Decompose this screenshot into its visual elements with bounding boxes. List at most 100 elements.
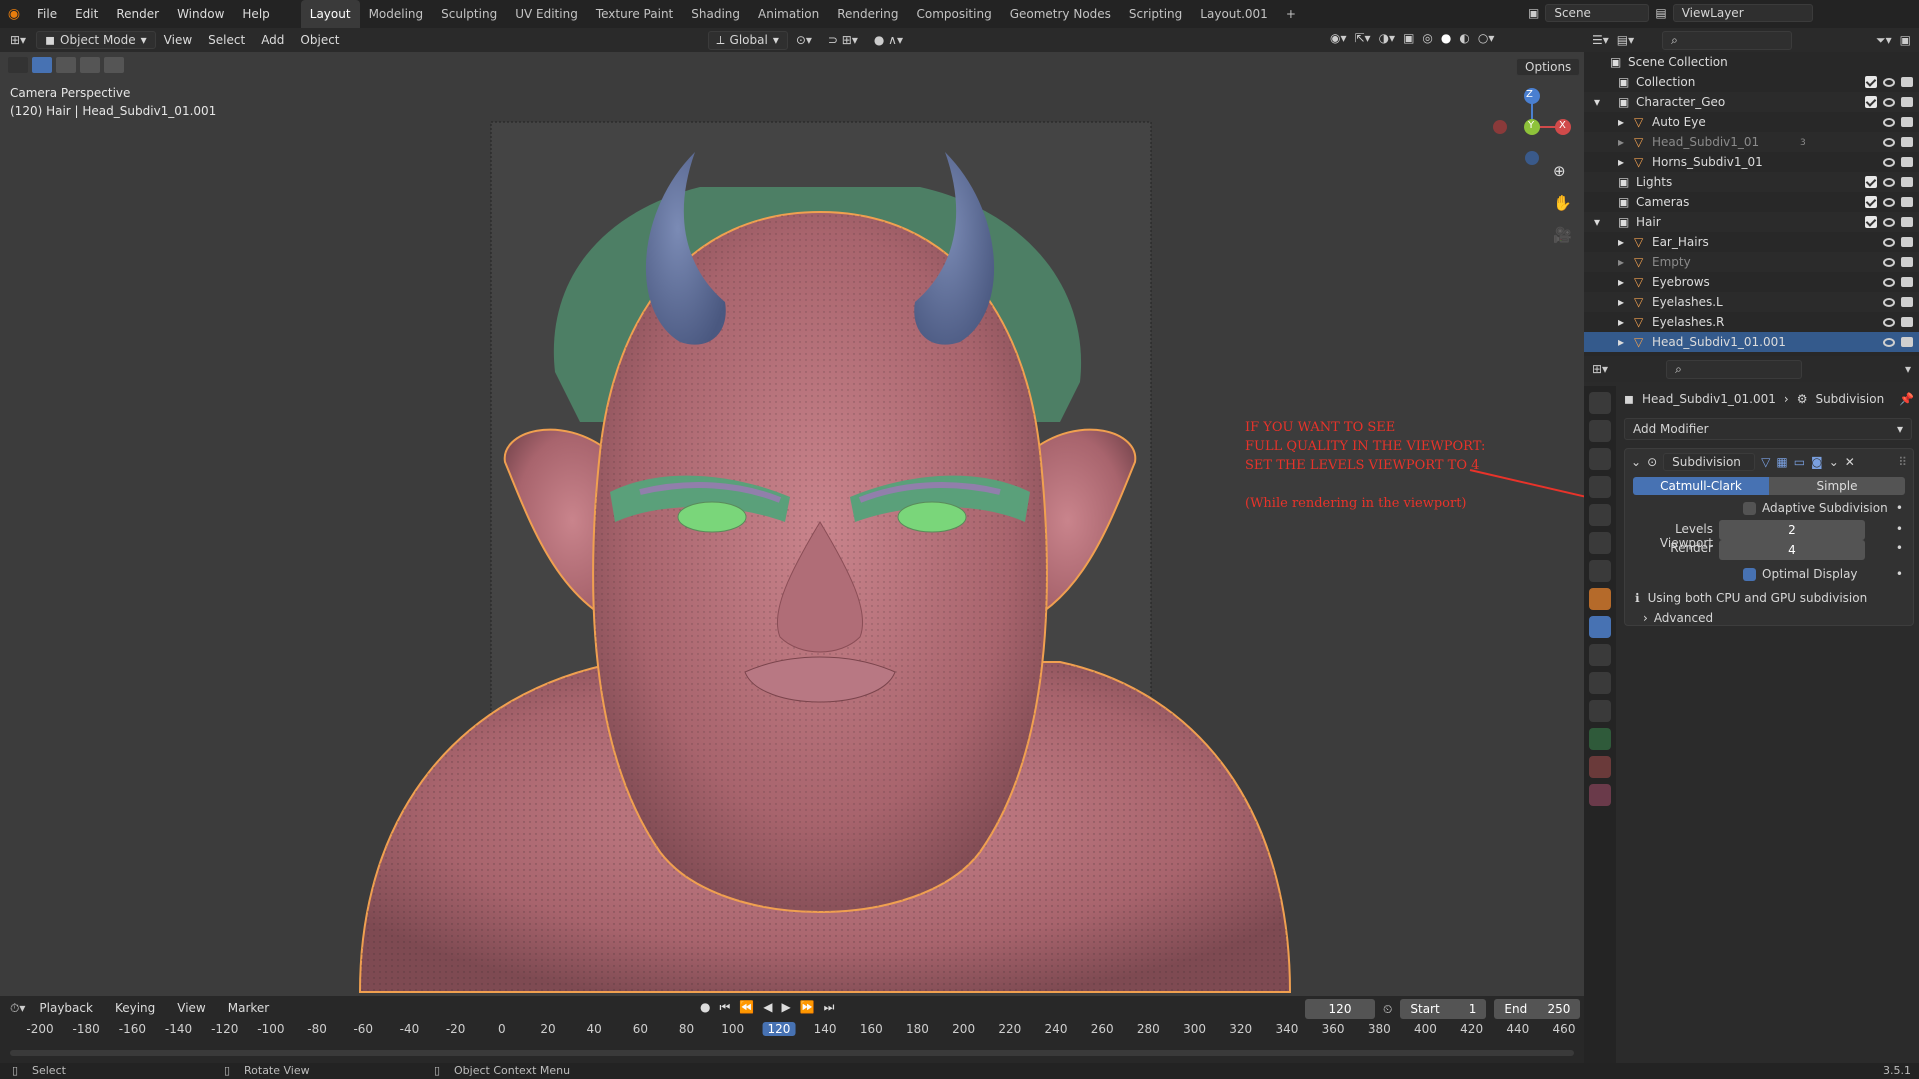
view-layer-icon[interactable]: ▤ (1655, 6, 1666, 20)
mode-selector[interactable]: ◼ Object Mode ▾ (36, 31, 156, 49)
exclude-checkbox[interactable] (1865, 196, 1877, 208)
exclude-checkbox[interactable] (1865, 216, 1877, 228)
outliner-editor-icon[interactable]: ☰▾ (1592, 33, 1609, 47)
tab-shading[interactable]: Shading (682, 0, 749, 28)
simple-button[interactable]: Simple (1769, 477, 1905, 495)
visibility-icon[interactable]: ◉▾ (1330, 31, 1347, 45)
new-collection-icon[interactable]: ▣ (1900, 33, 1911, 47)
scene-tab-icon[interactable] (1589, 504, 1611, 526)
modifier-name-field[interactable]: Subdivision (1663, 453, 1756, 471)
keyframe-dot-icon[interactable]: • (1896, 541, 1903, 555)
catmull-clark-button[interactable]: Catmull-Clark (1633, 477, 1769, 495)
camera-icon[interactable] (1901, 97, 1913, 107)
expand-chevron-icon[interactable]: ▸ (1618, 255, 1624, 269)
expand-chevron-icon[interactable]: ▸ (1618, 135, 1624, 149)
material-shading-icon[interactable]: ◐ (1459, 31, 1469, 45)
camera-icon[interactable] (1901, 157, 1913, 167)
add-modifier-button[interactable]: Add Modifier ▾ (1624, 418, 1912, 440)
camera-icon[interactable] (1901, 117, 1913, 127)
menu-select[interactable]: Select (200, 33, 253, 47)
expand-chevron-icon[interactable]: ▸ (1618, 115, 1624, 129)
object-tab-icon[interactable] (1589, 588, 1611, 610)
eye-icon[interactable] (1883, 277, 1895, 287)
outliner-row[interactable]: ▸ ▽ Head_Subdiv1_01.001 (1584, 332, 1919, 352)
select-subtract-icon[interactable] (80, 57, 100, 73)
menu-help[interactable]: Help (233, 0, 278, 28)
eye-icon[interactable] (1883, 317, 1895, 327)
tab-geometry-nodes[interactable]: Geometry Nodes (1001, 0, 1120, 28)
expand-chevron-icon[interactable]: ▸ (1618, 235, 1624, 249)
camera-icon[interactable] (1901, 257, 1913, 267)
eye-icon[interactable] (1883, 197, 1895, 207)
overlay-icon[interactable]: ◑▾ (1379, 31, 1396, 45)
outliner-row[interactable]: ▾ ▣ Character_Geo (1584, 92, 1919, 112)
expand-chevron-icon[interactable]: ▸ (1618, 275, 1624, 289)
xray-icon[interactable]: ▣ (1403, 31, 1414, 45)
outliner-row[interactable]: ▸ ▽ Eyelashes.R (1584, 312, 1919, 332)
tab-sculpting[interactable]: Sculpting (432, 0, 506, 28)
outliner-row[interactable]: ▣ Lights (1584, 172, 1919, 192)
camera-icon[interactable] (1901, 197, 1913, 207)
exclude-checkbox[interactable] (1865, 96, 1877, 108)
eye-icon[interactable] (1883, 257, 1895, 267)
eye-icon[interactable] (1883, 157, 1895, 167)
tool-tab-icon[interactable] (1589, 392, 1611, 414)
eye-icon[interactable] (1883, 297, 1895, 307)
modifier-menu-icon[interactable]: ⌄ (1829, 455, 1839, 469)
exclude-checkbox[interactable] (1865, 176, 1877, 188)
menu-object[interactable]: Object (292, 33, 347, 47)
properties-editor-icon[interactable]: ⊞▾ (1592, 362, 1608, 376)
timeline-scrollbar[interactable] (10, 1050, 1574, 1056)
editor-type-icon[interactable]: ⊞▾ (0, 33, 36, 47)
close-icon[interactable]: ✕ (1845, 455, 1855, 469)
gizmo-icon[interactable]: ⇱▾ (1355, 31, 1371, 45)
eye-icon[interactable] (1883, 117, 1895, 127)
tab-layout[interactable]: Layout (300, 0, 360, 28)
pan-hand-icon[interactable]: ✋ (1553, 194, 1572, 212)
outliner-row[interactable]: ▸ ▽ Eyelashes.L (1584, 292, 1919, 312)
expand-chevron-icon[interactable]: ▸ (1618, 295, 1624, 309)
eye-icon[interactable] (1883, 97, 1895, 107)
outliner-row[interactable]: ▸ ▽ Horns_Subdiv1_01 (1584, 152, 1919, 172)
solid-shading-icon[interactable]: ● (1441, 31, 1451, 45)
expand-chevron-icon[interactable]: ▾ (1594, 215, 1600, 229)
outliner-row[interactable]: ▸ ▽ Empty (1584, 252, 1919, 272)
render-toggle-icon[interactable]: ◙ (1811, 455, 1823, 469)
collapse-chevron-icon[interactable]: ⌄ (1631, 455, 1641, 469)
exclude-checkbox[interactable] (1865, 76, 1877, 88)
eye-icon[interactable] (1883, 337, 1895, 347)
scene-icon[interactable]: ▣ (1528, 6, 1539, 20)
tab-animation[interactable]: Animation (749, 0, 828, 28)
camera-icon[interactable] (1901, 177, 1913, 187)
menu-file[interactable]: File (28, 0, 66, 28)
tab-modeling[interactable]: Modeling (360, 0, 433, 28)
particles-tab-icon[interactable] (1589, 644, 1611, 666)
display-mode-icon[interactable]: ▤▾ (1617, 33, 1634, 47)
menu-view[interactable]: View (156, 33, 200, 47)
expand-chevron-icon[interactable]: ▸ (1618, 315, 1624, 329)
adaptive-subdivision-checkbox[interactable] (1743, 501, 1756, 515)
expand-chevron-icon[interactable]: ▸ (1618, 335, 1624, 349)
viewport-toggle-icon[interactable]: ▭ (1794, 455, 1805, 469)
outliner-search-input[interactable]: ⌕ (1662, 30, 1793, 50)
eye-icon[interactable] (1883, 237, 1895, 247)
keyframe-dot-icon[interactable]: • (1896, 567, 1903, 581)
eye-icon[interactable] (1883, 217, 1895, 227)
cage-toggle-icon[interactable]: ▦ (1776, 455, 1787, 469)
rendered-shading-icon[interactable]: ○▾ (1478, 31, 1495, 45)
select-extend-icon[interactable] (56, 57, 76, 73)
edit-mode-toggle-icon[interactable]: ▽ (1761, 455, 1770, 469)
expand-chevron-icon[interactable]: ▸ (1618, 155, 1624, 169)
camera-icon[interactable] (1901, 317, 1913, 327)
drag-handle-icon[interactable]: ⠿ (1898, 455, 1907, 469)
tab-rendering[interactable]: Rendering (828, 0, 907, 28)
left-eye[interactable] (677, 501, 747, 533)
tab-scripting[interactable]: Scripting (1120, 0, 1191, 28)
data-tab-icon[interactable] (1589, 728, 1611, 750)
camera-icon[interactable] (1901, 77, 1913, 87)
texture-tab-icon[interactable] (1589, 784, 1611, 806)
chevron-down-icon[interactable]: ▾ (1905, 362, 1911, 376)
camera-icon[interactable] (1901, 277, 1913, 287)
constraints-tab-icon[interactable] (1589, 700, 1611, 722)
pivot-icon[interactable]: ⊙▾ (788, 33, 820, 47)
